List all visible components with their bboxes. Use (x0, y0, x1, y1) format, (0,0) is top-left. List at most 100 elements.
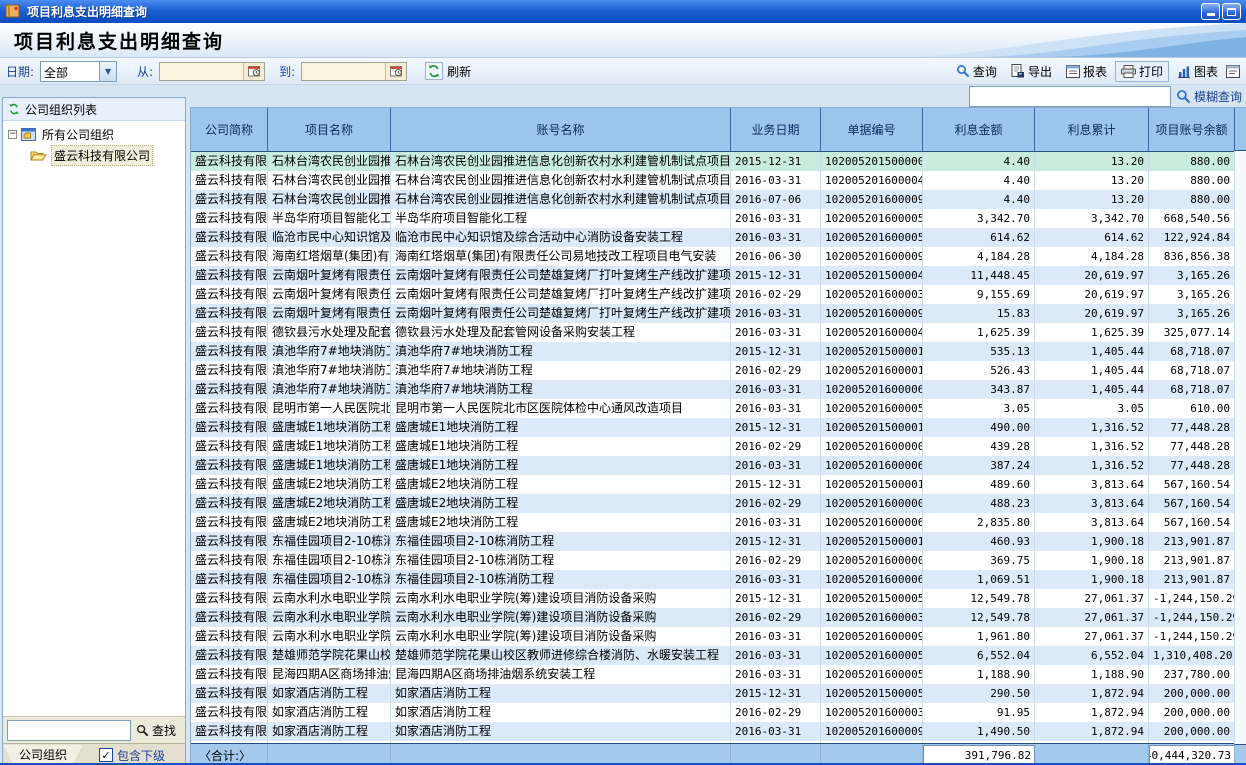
column-header-0[interactable]: 公司简称 (191, 108, 268, 151)
table-row[interactable]: 盛云科技有限公司盛唐城E2地块消防工程盛唐城E2地块消防工程2016-03-31… (191, 513, 1246, 532)
cell: 4,184.28 (923, 247, 1035, 266)
table-row[interactable]: 盛云科技有限公司海南红塔烟草(集团)有限责任公司易地技改工程项目电气安装海南红塔… (191, 247, 1246, 266)
table-row[interactable]: 盛云科技有限公司盛唐城E2地块消防工程盛唐城E2地块消防工程2015-12-31… (191, 475, 1246, 494)
cell: 盛唐城E1地块消防工程 (391, 418, 731, 437)
cell: 盛云科技有限公司 (191, 589, 268, 608)
table-row[interactable]: 盛云科技有限公司东福佳园项目2-10栋消防工程东福佳园项目2-10栋消防工程20… (191, 551, 1246, 570)
find-label: 查找 (152, 722, 176, 739)
cell: 567,160.54 (1149, 494, 1235, 513)
report-button[interactable]: 报表 (1060, 61, 1113, 82)
refresh-button[interactable]: 刷新 (425, 62, 471, 80)
cell: 2016-07-06 (731, 190, 821, 209)
find-input[interactable] (7, 720, 131, 741)
chart-button[interactable]: 图表 (1171, 61, 1224, 82)
table-row[interactable]: 盛云科技有限公司楚雄师范学院花果山校区教师进修综合楼消防、水暖安装工程楚雄师范学… (191, 646, 1246, 665)
column-header-4[interactable]: 单据编号 (821, 108, 923, 151)
export-button[interactable]: 导出 (1005, 61, 1058, 82)
include-subordinates-checkbox[interactable]: ✓ (99, 748, 113, 762)
scrollbar-footer-corner (1234, 744, 1246, 765)
table-row[interactable]: 盛云科技有限公司云南烟叶复烤有限责任公司楚雄复烤厂打叶复烤生产线改扩建项目云南烟… (191, 266, 1246, 285)
to-date-input[interactable] (302, 63, 385, 80)
calendar-icon[interactable] (243, 63, 264, 80)
cell: 12,549.78 (923, 589, 1035, 608)
scrollbar-track[interactable] (1234, 151, 1246, 744)
table-row[interactable]: 盛云科技有限公司云南烟叶复烤有限责任公司楚雄复烤厂打叶复烤生产线改扩建项目云南烟… (191, 285, 1246, 304)
fuzzy-search-input[interactable] (969, 86, 1171, 107)
maximize-button[interactable] (1222, 3, 1241, 20)
table-row[interactable]: 盛云科技有限公司滇池华府7#地块消防工程滇池华府7#地块消防工程2015-12-… (191, 342, 1246, 361)
to-date-field[interactable] (301, 62, 407, 81)
cell: 1,316.52 (1035, 437, 1149, 456)
table-row[interactable]: 盛云科技有限公司滇池华府7#地块消防工程滇池华府7#地块消防工程2016-03-… (191, 380, 1246, 399)
table-row[interactable]: 盛云科技有限公司云南水利水电职业学院云南水利水电职业学院(筹)建设项目消防设备采… (191, 608, 1246, 627)
chevron-down-icon[interactable]: ▼ (99, 62, 116, 81)
table-row[interactable]: 盛云科技有限公司如家酒店消防工程如家酒店消防工程2016-02-29102005… (191, 703, 1246, 722)
print-button[interactable]: 打印 (1115, 61, 1169, 82)
cell: 200,000.00 (1149, 722, 1235, 741)
cell: 2016-02-29 (731, 551, 821, 570)
column-header-7[interactable]: 项目账号余额 (1149, 108, 1235, 151)
table-row[interactable]: 盛云科技有限公司如家酒店消防工程如家酒店消防工程2016-03-31102005… (191, 722, 1246, 741)
cell: 2016-06-30 (731, 247, 821, 266)
table-row[interactable]: 盛云科技有限公司昆海四期A区商场排油烟系统安装工程昆海四期A区商场排油烟系统安装… (191, 665, 1246, 684)
cell: 盛云科技有限公司 (191, 361, 268, 380)
cell: 200,000.00 (1149, 684, 1235, 703)
cell: 614.62 (923, 228, 1035, 247)
cell: 2015-12-31 (731, 266, 821, 285)
from-date-input[interactable] (160, 63, 243, 80)
table-row[interactable]: 盛云科技有限公司盛唐城E1地块消防工程盛唐城E1地块消防工程2016-03-31… (191, 456, 1246, 475)
column-header-6[interactable]: 利息累计 (1035, 108, 1149, 151)
table-row[interactable]: 盛云科技有限公司石林台湾农民创业园推进信息化创新农村水利建管机制试点项目石林台湾… (191, 152, 1246, 171)
tree-collapse-icon[interactable]: − (8, 130, 17, 139)
calendar-icon[interactable] (385, 63, 406, 80)
table-row[interactable]: 盛云科技有限公司云南水利水电职业学院云南水利水电职业学院(筹)建设项目消防设备采… (191, 589, 1246, 608)
tree-node-all-orgs[interactable]: − 所有公司组织 (3, 124, 185, 145)
cell: 滇池华府7#地块消防工程 (391, 342, 731, 361)
table-row[interactable]: 盛云科技有限公司云南烟叶复烤有限责任公司楚雄复烤厂打叶复烤生产线改扩建项目云南烟… (191, 304, 1246, 323)
vertical-scrollbar[interactable] (1234, 108, 1246, 765)
cell: 盛云科技有限公司 (191, 570, 268, 589)
cell: 836,856.38 (1149, 247, 1235, 266)
table-row[interactable]: 盛云科技有限公司盛唐城E2地块消防工程盛唐城E2地块消防工程2016-02-29… (191, 494, 1246, 513)
cell: 2016-02-29 (731, 608, 821, 627)
cell: 1,490.50 (923, 722, 1035, 741)
minimize-button[interactable] (1201, 3, 1220, 20)
table-row[interactable]: 盛云科技有限公司云南水利水电职业学院云南水利水电职业学院(筹)建设项目消防设备采… (191, 627, 1246, 646)
tab-company-organization[interactable]: 公司组织 (3, 745, 83, 765)
fuzzy-search-button[interactable]: 模糊查询 (1176, 88, 1242, 105)
table-row[interactable]: 盛云科技有限公司滇池华府7#地块消防工程滇池华府7#地块消防工程2016-02-… (191, 361, 1246, 380)
cell: 盛云科技有限公司 (191, 494, 268, 513)
table-row[interactable]: 盛云科技有限公司临沧市民中心知识馆及综合活动中心消防设备安装工程临沧市民中心知识… (191, 228, 1246, 247)
company-tree: − 所有公司组织 盛云科技有限公司 (3, 121, 185, 716)
table-row[interactable]: 盛云科技有限公司如家酒店消防工程如家酒店消防工程2015-12-31102005… (191, 684, 1246, 703)
table-row[interactable]: 盛云科技有限公司半岛华府项目智能化工程半岛华府项目智能化工程2016-03-31… (191, 209, 1246, 228)
open-folder-icon (30, 150, 47, 162)
column-header-2[interactable]: 账号名称 (391, 108, 731, 151)
table-row[interactable]: 盛云科技有限公司昆明市第一人民医院北市区医院体检中心通风改造项目昆明市第一人民医… (191, 399, 1246, 418)
date-range-select[interactable]: 全部 ▼ (40, 61, 117, 82)
column-header-1[interactable]: 项目名称 (268, 108, 391, 151)
table-row[interactable]: 盛云科技有限公司石林台湾农民创业园推进信息化创新农村水利建管机制试点项目石林台湾… (191, 190, 1246, 209)
table-row[interactable]: 盛云科技有限公司东福佳园项目2-10栋消防工程东福佳园项目2-10栋消防工程20… (191, 532, 1246, 551)
clipped-toolbar-button[interactable] (1226, 65, 1240, 78)
query-button[interactable]: 查询 (950, 61, 1003, 82)
find-button[interactable]: 查找 (136, 722, 176, 739)
cell: 昆明市第一人民医院北市区医院体检中心通风改造项目 (391, 399, 731, 418)
cell: 1,900.18 (1035, 570, 1149, 589)
table-row[interactable]: 盛云科技有限公司德钦县污水处理及配套管网设备采购安装工程德钦县污水处理及配套管网… (191, 323, 1246, 342)
table-row[interactable]: 盛云科技有限公司东福佳园项目2-10栋消防工程东福佳园项目2-10栋消防工程20… (191, 570, 1246, 589)
cell: 1020052016000033 (821, 285, 923, 304)
window-titlebar[interactable]: 项目利息支出明细查询 (0, 0, 1246, 23)
from-date-field[interactable] (159, 62, 265, 81)
tree-node-company[interactable]: 盛云科技有限公司 (3, 145, 185, 166)
table-row[interactable]: 盛云科技有限公司盛唐城E1地块消防工程盛唐城E1地块消防工程2015-12-31… (191, 418, 1246, 437)
table-row[interactable]: 盛云科技有限公司盛唐城E1地块消防工程盛唐城E1地块消防工程2016-02-29… (191, 437, 1246, 456)
cell: 1020052016000055 (821, 209, 923, 228)
cell: 1,310,408.20 (1149, 646, 1235, 665)
column-header-3[interactable]: 业务日期 (731, 108, 821, 151)
column-header-5[interactable]: 利息金额 (923, 108, 1035, 151)
cell: 460.93 (923, 532, 1035, 551)
cell: 2016-03-31 (731, 209, 821, 228)
table-row[interactable]: 盛云科技有限公司石林台湾农民创业园推进信息化创新农村水利建管机制试点项目石林台湾… (191, 171, 1246, 190)
cell: 3,165.26 (1149, 285, 1235, 304)
